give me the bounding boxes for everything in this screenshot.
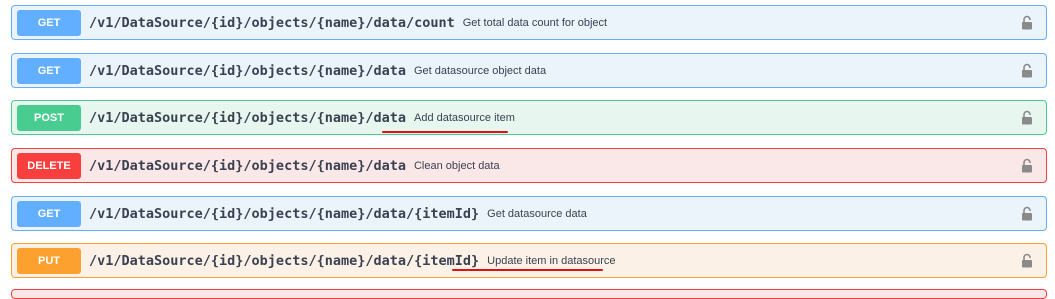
endpoint-path: /v1/DataSource/{id}/objects/{name}/data/… [89, 205, 480, 222]
operation-get-item[interactable]: GET /v1/DataSource/{id}/objects/{name}/d… [11, 196, 1047, 231]
endpoint-summary: Clean object data [413, 159, 500, 172]
operation-delete-data[interactable]: DELETE /v1/DataSource/{id}/objects/{name… [11, 148, 1047, 183]
method-badge: PUT [17, 247, 81, 274]
operation-put-item[interactable]: PUT /v1/DataSource/{id}/objects/{name}/d… [11, 243, 1047, 278]
endpoint-path: /v1/DataSource/{id}/objects/{name}/data/… [89, 252, 480, 269]
endpoint-path: /v1/DataSource/{id}/objects/{name}/data [89, 62, 406, 79]
method-badge: GET [17, 57, 81, 84]
endpoint-path: /v1/DataSource/{id}/objects/{name}/data [89, 157, 406, 174]
annotation-underline [382, 131, 508, 133]
method-badge: POST [17, 104, 81, 131]
endpoint-summary: Update item in datasource [487, 254, 616, 267]
lock-icon[interactable] [1021, 158, 1033, 173]
method-badge: DELETE [17, 152, 81, 179]
lock-icon[interactable] [1021, 63, 1033, 78]
endpoint-summary: Get datasource object data [413, 64, 547, 77]
lock-icon[interactable] [1021, 206, 1033, 221]
lock-icon[interactable] [1021, 15, 1033, 30]
endpoint-summary: Get datasource data [487, 207, 587, 220]
endpoint-summary: Get total data count for object [462, 16, 608, 29]
method-badge: GET [17, 9, 81, 36]
endpoint-path: /v1/DataSource/{id}/objects/{name}/data/… [89, 14, 455, 31]
lock-icon[interactable] [1021, 253, 1033, 268]
operation-partial-row[interactable] [11, 289, 1047, 299]
annotation-underline [452, 269, 603, 271]
operation-post-data[interactable]: POST /v1/DataSource/{id}/objects/{name}/… [11, 100, 1047, 135]
method-badge: GET [17, 200, 81, 227]
operation-get-data-count[interactable]: GET /v1/DataSource/{id}/objects/{name}/d… [11, 5, 1047, 40]
endpoint-summary: Add datasource item [413, 111, 515, 124]
lock-icon[interactable] [1021, 110, 1033, 125]
endpoint-path: /v1/DataSource/{id}/objects/{name}/data [89, 109, 406, 126]
operation-get-data[interactable]: GET /v1/DataSource/{id}/objects/{name}/d… [11, 53, 1047, 88]
